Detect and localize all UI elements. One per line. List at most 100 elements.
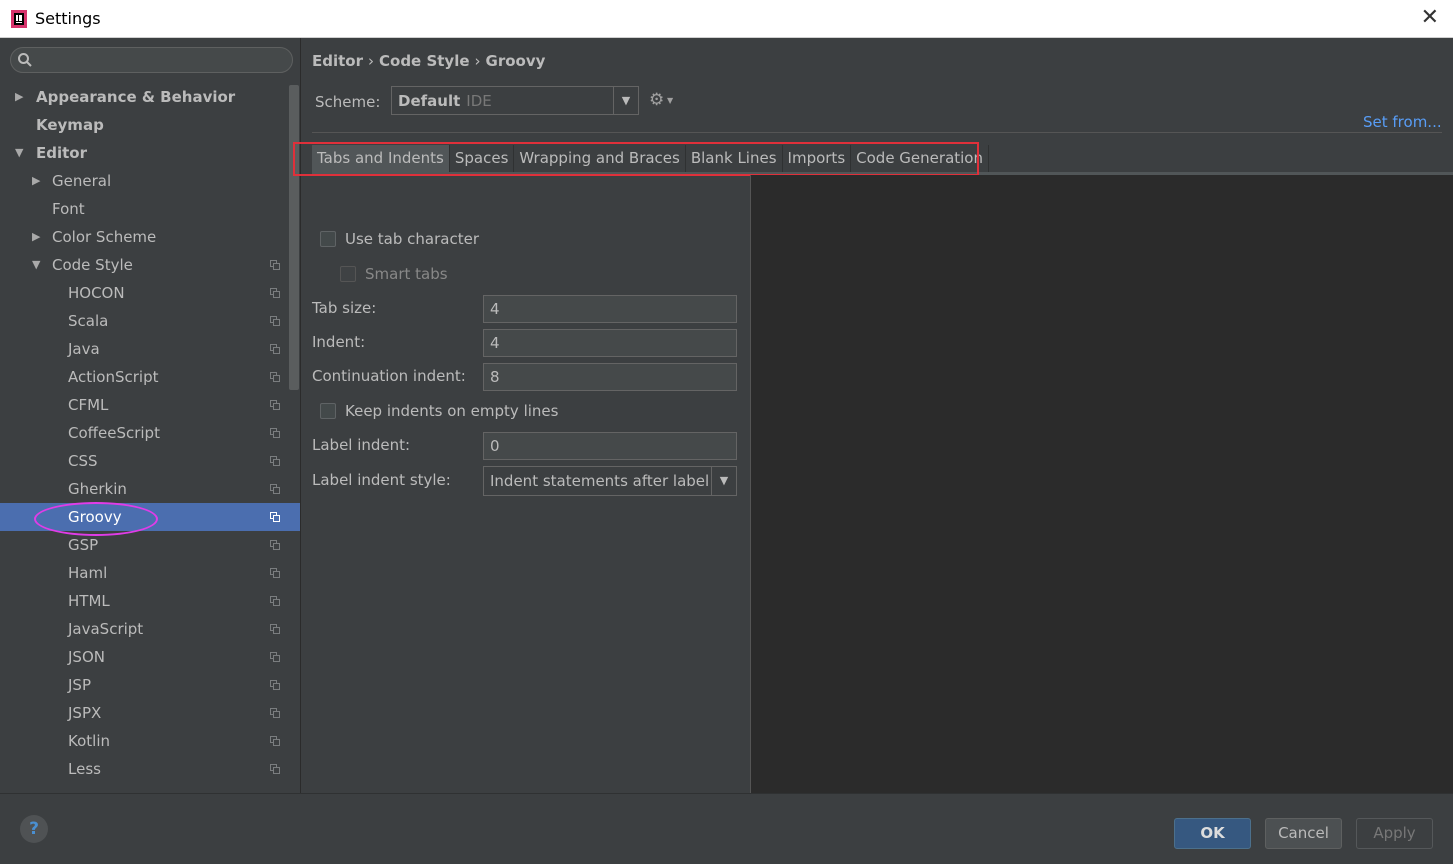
sidebar-item-coffeescript[interactable]: CoffeeScript <box>0 419 290 447</box>
expanded-arrow-icon[interactable]: ▼ <box>32 251 40 279</box>
search-input[interactable] <box>10 47 293 73</box>
code-preview-pane[interactable] <box>750 175 1453 793</box>
sidebar-item-label: Keymap <box>36 116 104 134</box>
apply-button[interactable]: Apply <box>1356 818 1433 849</box>
sidebar-item-actionscript[interactable]: ActionScript <box>0 363 290 391</box>
divider <box>312 132 1442 133</box>
settings-sidebar: ▶ Appearance & Behavior Keymap ▼ Editor ▶ Gene… <box>0 38 301 793</box>
cancel-button[interactable]: Cancel <box>1265 818 1342 849</box>
sidebar-item-cfml[interactable]: CFML <box>0 391 290 419</box>
sidebar-item-label: CFML <box>68 396 109 414</box>
sidebar-item-haml[interactable]: Haml <box>0 559 290 587</box>
title-bar: Settings ✕ <box>0 0 1453 38</box>
continuation-indent-input[interactable]: 8 <box>483 363 737 391</box>
copy-icon <box>270 344 280 354</box>
copy-icon <box>270 484 280 494</box>
checkbox-box[interactable] <box>340 266 356 282</box>
chevron-down-icon[interactable]: ▼ <box>711 467 736 495</box>
sidebar-item-gherkin[interactable]: Gherkin <box>0 475 290 503</box>
collapsed-arrow-icon[interactable]: ▶ <box>15 83 23 111</box>
label-indent-label: Label indent: <box>312 436 411 454</box>
expanded-arrow-icon[interactable]: ▼ <box>15 139 23 167</box>
breadcrumb-separator: › <box>474 52 481 70</box>
dialog-footer: ? OK Cancel Apply <box>0 793 1453 864</box>
sidebar-item-jspx[interactable]: JSPX <box>0 699 290 727</box>
copy-icon <box>270 708 280 718</box>
copy-icon <box>270 288 280 298</box>
sidebar-item-gsp[interactable]: GSP <box>0 531 290 559</box>
smart-tabs-label: Smart tabs <box>365 265 448 283</box>
copy-icon <box>270 764 280 774</box>
sidebar-item-label: CSS <box>68 452 98 470</box>
continuation-indent-label: Continuation indent: <box>312 367 466 385</box>
sidebar-item-label: HTML <box>68 592 110 610</box>
chevron-down-icon[interactable]: ▼ <box>613 87 638 114</box>
sidebar-item-code-style[interactable]: ▼ Code Style <box>0 251 290 279</box>
set-from-link[interactable]: Set from... <box>1363 113 1442 131</box>
checkbox-box[interactable] <box>320 231 336 247</box>
breadcrumb-code-style: Code Style <box>379 52 470 70</box>
use-tab-character-label: Use tab character <box>345 230 479 248</box>
label-indent-style-label: Label indent style: <box>312 471 451 489</box>
label-indent-input[interactable]: 0 <box>483 432 737 460</box>
sidebar-item-less[interactable]: Less <box>0 755 290 783</box>
help-icon[interactable]: ? <box>20 815 48 843</box>
sidebar-item-hocon[interactable]: HOCON <box>0 279 290 307</box>
main-panel: Editor › Code Style › Groovy Scheme: Default… <box>293 38 1453 793</box>
ok-button[interactable]: OK <box>1174 818 1251 849</box>
tab-size-label: Tab size: <box>312 299 377 317</box>
sidebar-item-jsp[interactable]: JSP <box>0 671 290 699</box>
copy-icon <box>270 568 280 578</box>
sidebar-item-label: Color Scheme <box>52 228 157 246</box>
sidebar-item-label: Scala <box>68 312 109 330</box>
search-icon <box>18 53 32 67</box>
sidebar-item-javascript[interactable]: JavaScript <box>0 615 290 643</box>
caret-down-icon[interactable]: ▼ <box>667 96 673 105</box>
indent-input[interactable]: 4 <box>483 329 737 357</box>
sidebar-item-json[interactable]: JSON <box>0 643 290 671</box>
sidebar-item-html[interactable]: HTML <box>0 587 290 615</box>
sidebar-item-label: JSPX <box>68 704 102 722</box>
scheme-label: Scheme: <box>315 93 381 111</box>
copy-icon <box>270 540 280 550</box>
sidebar-item-css[interactable]: CSS <box>0 447 290 475</box>
copy-icon <box>270 428 280 438</box>
checkbox-box[interactable] <box>320 403 336 419</box>
settings-tree: ▶ Appearance & Behavior Keymap ▼ Editor ▶ Gene… <box>0 83 300 783</box>
sidebar-item-groovy[interactable]: Groovy <box>0 503 300 531</box>
label-indent-style-dropdown[interactable]: Indent statements after label ▼ <box>483 466 737 496</box>
breadcrumb-editor: Editor <box>312 52 363 70</box>
sidebar-scrollbar[interactable] <box>289 85 299 390</box>
sidebar-item-scala[interactable]: Scala <box>0 307 290 335</box>
sidebar-item-general[interactable]: ▶ General <box>0 167 290 195</box>
scheme-dropdown[interactable]: Default IDE ▼ <box>391 86 639 115</box>
sidebar-item-java[interactable]: Java <box>0 335 290 363</box>
sidebar-item-label: JSON <box>68 648 105 666</box>
sidebar-item-appearance-behavior[interactable]: ▶ Appearance & Behavior <box>0 83 290 111</box>
sidebar-item-label: JavaScript <box>68 620 144 638</box>
breadcrumb-groovy: Groovy <box>485 52 546 70</box>
collapsed-arrow-icon[interactable]: ▶ <box>32 223 40 251</box>
copy-icon <box>270 512 280 522</box>
tab-size-input[interactable]: 4 <box>483 295 737 323</box>
copy-icon <box>270 316 280 326</box>
sidebar-item-label: Font <box>52 200 85 218</box>
sidebar-item-color-scheme[interactable]: ▶ Color Scheme <box>0 223 290 251</box>
breadcrumb-separator: › <box>368 52 374 70</box>
sidebar-item-editor[interactable]: ▼ Editor <box>0 139 290 167</box>
indent-label: Indent: <box>312 333 366 351</box>
gear-icon[interactable]: ⚙ <box>649 90 664 110</box>
sidebar-item-label: Appearance & Behavior <box>36 88 236 106</box>
sidebar-item-label: CoffeeScript <box>68 424 160 442</box>
close-icon[interactable]: ✕ <box>1421 5 1439 31</box>
copy-icon <box>270 596 280 606</box>
sidebar-item-label: Editor <box>36 144 87 162</box>
sidebar-item-font[interactable]: Font <box>0 195 290 223</box>
sidebar-item-keymap[interactable]: Keymap <box>0 111 290 139</box>
tabs-highlight-box <box>293 142 979 176</box>
label-indent-style-value: Indent statements after label <box>490 472 710 490</box>
sidebar-item-kotlin[interactable]: Kotlin <box>0 727 290 755</box>
copy-icon <box>270 456 280 466</box>
copy-icon <box>270 624 280 634</box>
collapsed-arrow-icon[interactable]: ▶ <box>32 167 40 195</box>
